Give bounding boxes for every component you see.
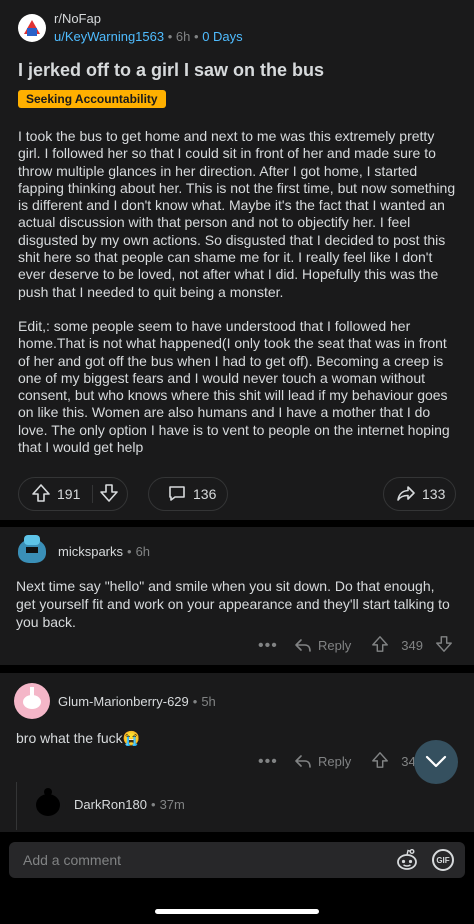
comment-username[interactable]: DarkRon180 [74, 797, 147, 812]
upvote-count: 191 [57, 486, 81, 502]
avatar[interactable] [14, 683, 50, 719]
upvote-icon[interactable] [31, 483, 51, 506]
avatar[interactable] [14, 533, 50, 569]
comment-header: Glum-Marionberry-629 • 5h [14, 683, 216, 719]
post-body-paragraph: I took the bus to get home and next to m… [18, 128, 459, 300]
upvote-icon[interactable] [371, 751, 389, 772]
subreddit-name[interactable]: r/NoFap [54, 10, 243, 28]
comment-age: 6h [135, 543, 151, 559]
comment-composer: GIF [9, 842, 465, 878]
vote-pill: 191 [18, 477, 128, 511]
comment-age: 37m [159, 796, 185, 812]
comment-composer-bar: GIF [0, 832, 474, 924]
more-options-icon[interactable]: ••• [258, 637, 284, 655]
comment-username[interactable]: Glum-Marionberry-629 [58, 694, 189, 709]
downvote-icon[interactable] [435, 635, 453, 656]
more-options-icon[interactable]: ••• [258, 753, 284, 771]
reply-button[interactable]: Reply [294, 754, 351, 770]
post-author[interactable]: u/KeyWarning1563 [54, 29, 164, 44]
comment-age: 5h [201, 693, 216, 709]
gif-button[interactable]: GIF [432, 849, 454, 871]
separator: • [194, 29, 199, 44]
comment-header: micksparks • 6h [14, 533, 150, 569]
upvote-icon[interactable] [371, 635, 389, 656]
comment-text: bro what the fuck😭 [16, 730, 141, 746]
thread-line [16, 782, 17, 830]
chevron-down-icon [425, 755, 447, 768]
nested-reply-header: DarkRon180 • 37m [30, 786, 185, 822]
subreddit-avatar-icon[interactable] [18, 14, 46, 42]
post-card: r/NoFap u/KeyWarning1563 • 6h • 0 Days I… [0, 0, 474, 520]
post-actions: 191 136 133 [18, 477, 456, 511]
comment-actions: ••• Reply 34 [258, 751, 416, 772]
user-flair-days: 0 Days [202, 29, 243, 44]
comment-count: 136 [193, 486, 217, 502]
separator: • [167, 29, 173, 44]
scroll-next-button[interactable] [414, 740, 458, 784]
share-arrow-icon [396, 483, 416, 506]
comments-button[interactable]: 136 [148, 477, 228, 511]
add-comment-input[interactable] [23, 842, 383, 878]
avatar[interactable] [30, 786, 66, 822]
snoo-avatar-icon[interactable] [395, 848, 419, 872]
comment: micksparks • 6h Next time say "hello" an… [0, 527, 474, 665]
downvote-icon[interactable] [99, 483, 119, 506]
separator: • [151, 796, 156, 812]
comment-bubble-icon [167, 483, 187, 506]
share-button[interactable]: 133 [383, 477, 456, 511]
comment-text: Next time say "hello" and smile when you… [16, 578, 450, 630]
reply-label: Reply [318, 754, 352, 769]
separator: • [192, 693, 198, 709]
comment-actions: ••• Reply 349 [258, 635, 453, 656]
share-count: 133 [422, 486, 446, 502]
post-title: I jerked off to a girl I saw on the bus [18, 60, 325, 80]
comment-score: 349 [401, 638, 423, 653]
post-flair[interactable]: Seeking Accountability [18, 90, 166, 108]
home-indicator [155, 909, 319, 914]
post-header: r/NoFap u/KeyWarning1563 • 6h • 0 Days [18, 10, 243, 46]
post-body-paragraph: Edit,: some people seem to have understo… [18, 317, 454, 456]
reply-label: Reply [318, 638, 352, 653]
separator: • [127, 543, 132, 559]
reply-arrow-icon [295, 754, 311, 768]
post-body: I took the bus to get home and next to m… [18, 128, 458, 473]
reply-button[interactable]: Reply [294, 638, 351, 654]
comment-username[interactable]: micksparks [58, 544, 123, 559]
post-age: 6h [175, 29, 191, 44]
reply-arrow-icon [295, 638, 311, 652]
